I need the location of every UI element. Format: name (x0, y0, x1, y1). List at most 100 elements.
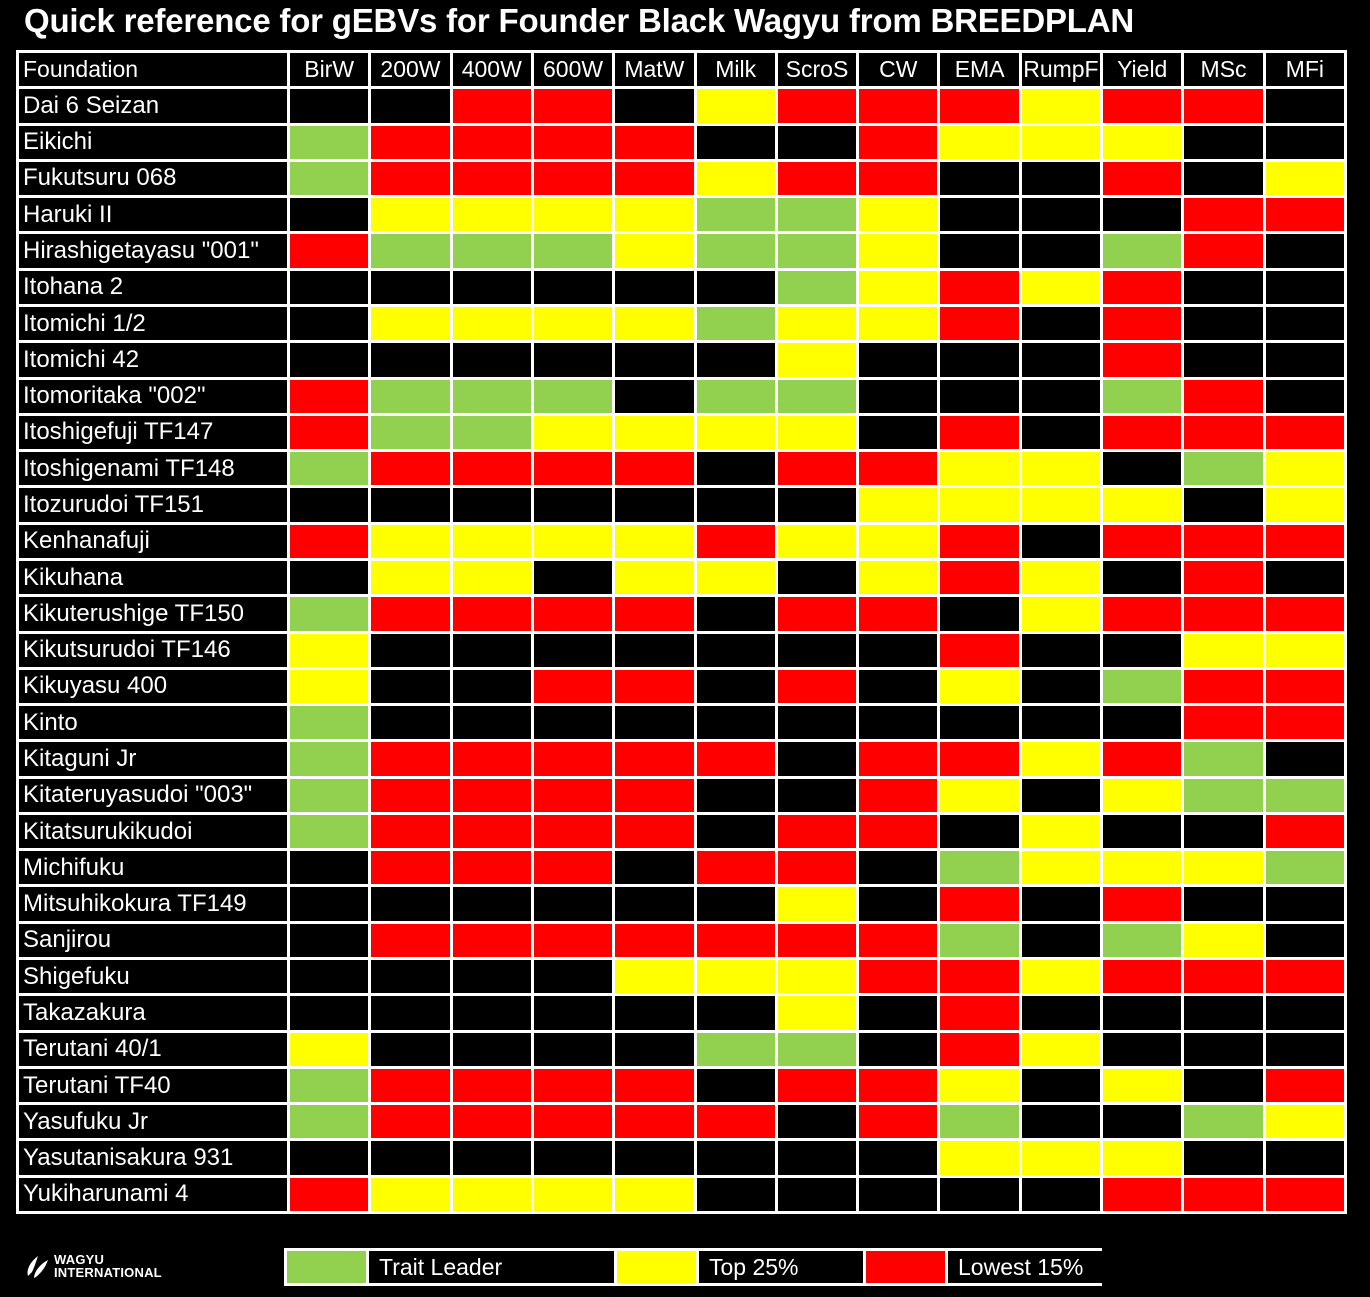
heatmap-cell (615, 415, 694, 450)
heatmap-cell (615, 234, 694, 268)
heatmap-cell (1021, 415, 1101, 450)
column-header-milk: Milk (696, 53, 775, 87)
heatmap-cell (859, 597, 938, 631)
heatmap-cell (533, 1068, 613, 1103)
heatmap-cell (1021, 161, 1101, 196)
heatmap-cell (1021, 524, 1101, 558)
heatmap-cell (940, 887, 1019, 921)
heatmap-cell (452, 89, 531, 123)
heatmap-cell (940, 306, 1019, 341)
heatmap-cell (615, 524, 694, 558)
column-header-rumpf: RumpF (1021, 53, 1101, 87)
heatmap-cell (371, 452, 450, 486)
heatmap-cell (1103, 560, 1182, 595)
heatmap-cell (371, 343, 450, 377)
heatmap-cell (290, 161, 369, 196)
heatmap-cell (696, 415, 775, 450)
heatmap-cell (1021, 452, 1101, 486)
heatmap-cell (696, 161, 775, 196)
heatmap-cell (859, 415, 938, 450)
heatmap-cell (371, 597, 450, 631)
heatmap-cell (1021, 597, 1101, 631)
heatmap-cell (1184, 597, 1263, 631)
row-label: Itohana 2 (19, 270, 287, 304)
heatmap-cell (1021, 633, 1101, 667)
heatmap-cell (615, 814, 694, 849)
heatmap-cell (452, 560, 531, 595)
heatmap-cell (940, 597, 1019, 631)
heatmap-cell (1103, 1105, 1182, 1139)
heatmap-cell (371, 234, 450, 268)
heatmap-cell (533, 488, 613, 522)
row-label: Itoshigenami TF148 (19, 452, 287, 486)
heatmap-cell (1184, 415, 1263, 450)
heatmap-cell (452, 161, 531, 196)
hoofprint-icon (24, 1252, 52, 1280)
heatmap-cell (371, 887, 450, 921)
heatmap-cell (777, 306, 857, 341)
heatmap-cell (533, 343, 613, 377)
heatmap-cell (452, 669, 531, 704)
heatmap-cell (696, 270, 775, 304)
heatmap-cell (615, 1068, 694, 1103)
heatmap-cell (533, 742, 613, 776)
heatmap-cell (290, 89, 369, 123)
heatmap-cell (1184, 669, 1263, 704)
heatmap-cell (940, 234, 1019, 268)
heatmap-cell (696, 198, 775, 232)
heatmap-cell (777, 1105, 857, 1139)
heatmap-cell (371, 778, 450, 812)
heatmap-cell (452, 742, 531, 776)
heatmap-cell (290, 814, 369, 849)
heatmap-cell (1103, 415, 1182, 450)
heatmap-cell (533, 597, 613, 631)
column-header-600w: 600W (533, 53, 613, 87)
heatmap-cell (1184, 851, 1263, 885)
heatmap-cell (940, 814, 1019, 849)
heatmap-cell (1103, 742, 1182, 776)
heatmap-cell (777, 524, 857, 558)
heatmap-cell (1021, 778, 1101, 812)
heatmap-cell (1021, 851, 1101, 885)
heatmap-cell (1265, 814, 1344, 849)
heatmap-cell (777, 161, 857, 196)
heatmap-cell (1103, 234, 1182, 268)
heatmap-cell (615, 1141, 694, 1175)
heatmap-cell (452, 125, 531, 159)
heatmap-cell (452, 960, 531, 994)
row-label: Yasufuku Jr (19, 1105, 287, 1139)
heatmap-cell (290, 415, 369, 450)
row-label: Itomoritaka "002" (19, 379, 287, 413)
row-label: Kitaguni Jr (19, 742, 287, 776)
heatmap-cell (859, 524, 938, 558)
row-label: Kikutsurudoi TF146 (19, 633, 287, 667)
heatmap-cell (1265, 633, 1344, 667)
heatmap-cell (290, 488, 369, 522)
heatmap-cell (533, 778, 613, 812)
heatmap-cell (1265, 488, 1344, 522)
heatmap-cell (290, 343, 369, 377)
heatmap-cell (533, 814, 613, 849)
heatmap-cell (696, 1105, 775, 1139)
heatmap-cell (777, 270, 857, 304)
heatmap-cell (1265, 1141, 1344, 1175)
heatmap-cell (615, 452, 694, 486)
heatmap-cell (859, 234, 938, 268)
heatmap-cell (1021, 814, 1101, 849)
heatmap-cell (1103, 778, 1182, 812)
heatmap-cell (1021, 560, 1101, 595)
heatmap-cell (940, 1068, 1019, 1103)
heatmap-cell (290, 560, 369, 595)
heatmap-cell (290, 887, 369, 921)
heatmap-cell (1103, 960, 1182, 994)
heatmap-cell (940, 379, 1019, 413)
heatmap-cell (1103, 379, 1182, 413)
row-label: Shigefuku (19, 960, 287, 994)
heatmap-cell (290, 1068, 369, 1103)
heatmap-cell (859, 89, 938, 123)
heatmap-cell (290, 306, 369, 341)
heatmap-cell (859, 960, 938, 994)
heatmap-cell (1184, 814, 1263, 849)
heatmap-cell (859, 161, 938, 196)
heatmap-cell (452, 1068, 531, 1103)
